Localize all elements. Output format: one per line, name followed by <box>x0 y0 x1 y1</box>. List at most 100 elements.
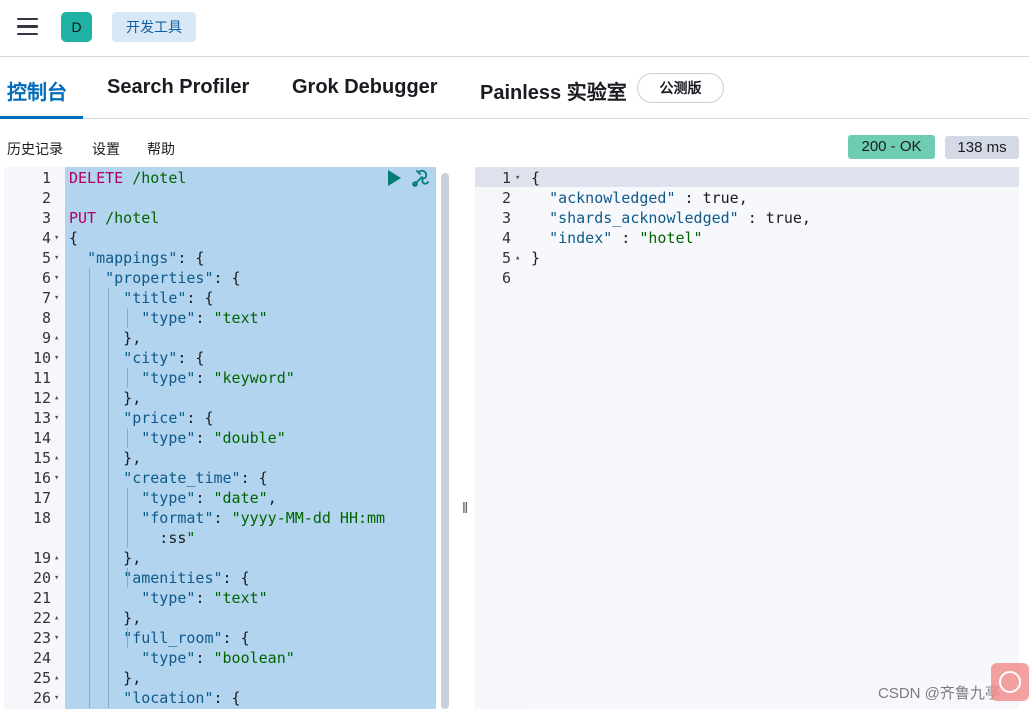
hamburger-icon[interactable] <box>17 18 38 36</box>
code-text: } <box>531 249 541 267</box>
code-text: "type": "boolean" <box>141 649 295 667</box>
line-number: 12 <box>32 389 51 407</box>
space-avatar[interactable]: D <box>61 12 92 42</box>
indent-guide <box>127 628 128 648</box>
code-text: }, <box>69 669 142 687</box>
fold-toggle-icon[interactable]: ▾ <box>54 568 64 588</box>
wrench-icon[interactable] <box>410 168 432 188</box>
code-text: "price": { <box>123 409 214 427</box>
editor-line: 8 "type": "text" <box>4 308 436 328</box>
tab-console[interactable]: 控制台 <box>7 76 67 105</box>
editor-line: 17 "type": "date", <box>4 488 436 508</box>
code-text: }, <box>69 389 142 407</box>
history-link[interactable]: 历史记录 <box>7 139 63 159</box>
fold-toggle-icon[interactable]: ▾ <box>54 628 64 648</box>
line-number: 6 <box>501 269 511 287</box>
beta-badge: 公测版 <box>637 73 724 103</box>
editor-line: 15 ▴ }, <box>4 448 436 468</box>
fold-toggle-icon[interactable]: ▾ <box>515 168 525 188</box>
editor-line: 11 "type": "keyword" <box>4 368 436 388</box>
top-header: D 开发工具 <box>0 0 1029 57</box>
code-text: "full_room": { <box>123 629 250 647</box>
fold-toggle-icon[interactable]: ▾ <box>54 288 64 308</box>
output-line: 6 <box>475 268 1019 288</box>
breadcrumb-dev-tools[interactable]: 开发工具 <box>112 12 196 42</box>
response-output: 1 ▾{2 "acknowledged" : true, 3 "shards_ack… <box>475 167 1021 709</box>
drag-handle-icon[interactable]: ‖ <box>462 500 468 517</box>
code-text: "shards_acknowledged" : true, <box>549 209 811 227</box>
line-number: 21 <box>32 589 51 607</box>
fold-toggle-icon[interactable]: ▾ <box>54 468 64 488</box>
editor-line: 10 ▾ "city": { <box>4 348 436 368</box>
settings-link[interactable]: 设置 <box>92 139 120 159</box>
line-number: 10 <box>32 349 51 367</box>
editor-line: 14 "type": "double" <box>4 428 436 448</box>
line-number: 24 <box>32 649 51 667</box>
fold-toggle-icon[interactable]: ▾ <box>54 348 64 368</box>
code-text: DELETE /hotel <box>69 169 187 187</box>
code-text: }, <box>69 549 142 567</box>
code-text: "type": "text" <box>141 589 268 607</box>
fold-toggle-icon[interactable]: ▾ <box>54 688 64 708</box>
line-number: 23 <box>32 629 51 647</box>
play-icon[interactable] <box>388 170 401 186</box>
editor-line: 22 ▴ }, <box>4 608 436 628</box>
fold-toggle-icon[interactable]: ▾ <box>54 248 64 268</box>
editor-line: 12 ▴ }, <box>4 388 436 408</box>
line-number: 22 <box>32 609 51 627</box>
editor-line: 2 <box>4 188 436 208</box>
fold-toggle-icon[interactable]: ▴ <box>54 388 64 408</box>
fold-toggle-icon[interactable]: ▴ <box>54 668 64 688</box>
editor-line: 23 ▾ "full_room": { <box>4 628 436 648</box>
code-text: "properties": { <box>105 269 241 287</box>
line-number: 14 <box>32 429 51 447</box>
code-text: "type": "double" <box>141 429 286 447</box>
output-line: 2 "acknowledged" : true, <box>475 188 1019 208</box>
tab-search-profiler[interactable]: Search Profiler <box>107 76 249 99</box>
code-text: "type": "date", <box>141 489 277 507</box>
line-number: 16 <box>32 469 51 487</box>
code-text: :ss" <box>69 529 196 547</box>
code-text: "create_time": { <box>123 469 268 487</box>
help-link[interactable]: 帮助 <box>147 139 175 159</box>
editor-line: 9 ▴ }, <box>4 328 436 348</box>
tab-grok-debugger[interactable]: Grok Debugger <box>292 76 438 99</box>
line-number: 1 <box>41 169 51 187</box>
editor-line: 4 ▾ { <box>4 228 436 248</box>
fold-toggle-icon[interactable]: ▴ <box>54 328 64 348</box>
fold-toggle-icon[interactable]: ▾ <box>54 268 64 288</box>
indent-guide <box>127 308 128 328</box>
help-icon[interactable] <box>991 663 1029 701</box>
fold-toggle-icon[interactable]: ▴ <box>515 248 525 268</box>
fold-toggle-icon[interactable]: ▴ <box>54 608 64 628</box>
code-text: "type": "keyword" <box>141 369 295 387</box>
indent-guide <box>127 568 128 588</box>
code-text: "title": { <box>123 289 214 307</box>
panel-resizer[interactable]: ‖ <box>455 167 475 709</box>
request-editor[interactable]: 1 DELETE /hotel 2 3 PUT /hotel 4 ▾{5 ▾ "mapping… <box>0 167 455 709</box>
line-number: 11 <box>32 369 51 387</box>
editor-line: 25 ▴ }, <box>4 668 436 688</box>
fold-toggle-icon[interactable]: ▴ <box>54 548 64 568</box>
editor-line: 20 ▾ "amenities": { <box>4 568 436 588</box>
line-number: 2 <box>41 189 51 207</box>
line-number: 6 <box>41 269 51 287</box>
line-number: 5 <box>41 249 51 267</box>
code-text: "type": "text" <box>141 309 268 327</box>
line-number: 4 <box>41 229 51 247</box>
tab-painless-lab[interactable]: Painless 实验室 <box>480 76 627 105</box>
line-number: 5 <box>501 249 511 267</box>
tabs-row: 控制台 Search Profiler Grok Debugger Painle… <box>0 57 1029 119</box>
fold-toggle-icon[interactable]: ▾ <box>54 408 64 428</box>
indent-guide <box>127 488 128 548</box>
code-text: }, <box>69 329 142 347</box>
code-text: PUT /hotel <box>69 209 160 227</box>
editor-line: 21 "type": "text" <box>4 588 436 608</box>
code-text: "format": "yyyy-MM-dd HH:mm <box>141 509 386 527</box>
code-text: "acknowledged" : true, <box>549 189 748 207</box>
fold-toggle-icon[interactable]: ▾ <box>54 228 64 248</box>
indent-guide <box>108 288 109 708</box>
fold-toggle-icon[interactable]: ▴ <box>54 448 64 468</box>
editor-scrollbar[interactable] <box>441 173 449 709</box>
editor-line: 19 ▴ }, <box>4 548 436 568</box>
